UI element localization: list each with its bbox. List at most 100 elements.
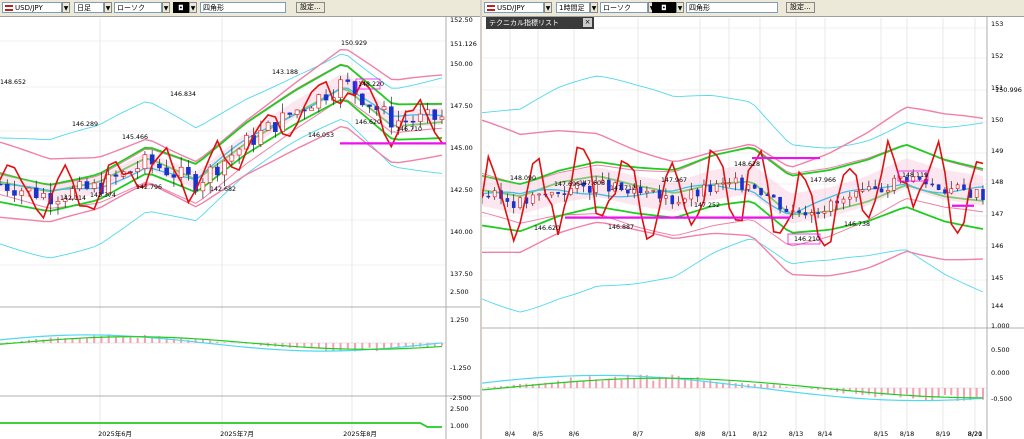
macd-histogram-bar [614,376,617,388]
timeframe-dropdown-icon[interactable]: ▼ [104,2,112,13]
macd-histogram-bar [912,388,915,399]
macd-histogram-bar [582,380,585,388]
candle [740,177,744,190]
candle [287,112,293,115]
candle [236,148,242,156]
candle [91,182,97,189]
candle [955,184,960,189]
axis-tick-label: 2.500 [450,405,469,413]
settings-button[interactable]: 設定... [296,2,325,13]
hourly-chart-canvas[interactable]: 148.090 146.620 147.696147.608 146.887 147.7… [482,16,1024,439]
candle [746,184,751,190]
axis-tick-label: 145 [991,274,1003,282]
timeframe-select[interactable]: 1時間足 [556,2,590,13]
candle [828,200,833,212]
axis-tick-label: 146 [991,242,1003,250]
pair-dropdown-icon[interactable]: ▼ [544,2,552,13]
price-annotation: 147.712 [610,185,636,192]
pair-select[interactable]: USD/JPY [2,2,62,13]
candle [809,212,814,216]
candle [549,191,554,196]
candle [841,198,846,204]
color-swatch-icon[interactable]: ◘ [173,2,189,13]
color-dropdown-icon[interactable]: ▼ [189,2,197,13]
candle [556,191,560,194]
date-tick-label: 8/14 [818,430,833,438]
candle [417,113,423,122]
candle [222,160,227,176]
candle [323,94,329,101]
color-dropdown-icon[interactable]: ▼ [676,2,684,13]
macd-histogram-bar [493,386,496,388]
axis-tick-label: 137.50 [450,270,473,278]
candle [638,186,643,194]
price-annotation: 142.796 [136,184,162,191]
candle [708,184,713,193]
candle [530,194,535,204]
macd-histogram-bar [633,378,636,388]
date-tick-label: 8/7 [633,430,643,438]
daily-chart-canvas[interactable]: 148.652 146.289 145.466 146.834 143.188 150.9… [0,16,480,439]
shape-select[interactable]: 四角形 [200,2,286,13]
bollinger-band-line [482,106,984,168]
timeframe-select[interactable]: 日足 [74,2,104,13]
candle [12,190,17,196]
candle [727,182,732,185]
macd-histogram-bar [310,343,313,348]
macd-histogram-bar [136,337,139,343]
candle [867,186,871,191]
timeframe-dropdown-icon[interactable]: ▼ [590,2,598,13]
price-annotation: 146.738 [844,221,870,228]
shape-select[interactable]: 四角形 [686,2,778,13]
candle [537,193,541,196]
macd-histogram-bar [303,343,306,347]
price-annotation: 146.053 [308,132,334,139]
price-annotation: 142.114 [60,195,86,202]
macd-histogram-bar [626,374,629,388]
close-icon[interactable]: × [583,18,592,27]
candle [135,168,140,172]
technical-indicator-list[interactable]: テクニカル指標リスト × [486,17,594,29]
date-tick-label: 8/13 [789,430,804,438]
axis-tick-label: 1.000 [450,422,469,430]
candle [258,130,264,145]
date-tick-label: 8/4 [505,430,515,438]
price-annotation: 147.608 [579,180,605,187]
pair-dropdown-icon[interactable]: ▼ [62,2,70,13]
bollinger-band-line [482,198,984,247]
axis-tick-label: 144 [991,302,1003,310]
candle [676,201,681,205]
price-annotation: 146.620 [355,119,381,126]
candle [822,211,827,214]
macd-histogram-bar [969,388,972,401]
candle [784,208,789,213]
candle [860,189,865,192]
axis-tick-label: 152.50 [450,16,473,24]
candle [492,190,497,198]
macd-histogram-bar [924,388,927,401]
axis-tick-label: 147.50 [450,102,473,110]
macd-histogram-bar [143,334,146,343]
us-flag-icon [5,5,13,11]
pair-select[interactable]: USD/JPY [484,2,544,13]
chart-type-select[interactable]: ローソク [114,2,162,13]
candle [338,79,343,98]
price-annotation: 147.967 [661,177,687,184]
macd-histogram-bar [223,342,226,343]
macd-histogram-bar [71,338,74,343]
candle [930,183,935,186]
candle [33,187,39,199]
price-annotation: 150.929 [341,40,367,47]
price-annotation: 146.210 [794,236,820,243]
candle [229,154,235,162]
price-annotation: 147.252 [694,202,720,209]
chart-type-dropdown-icon[interactable]: ▼ [162,2,170,13]
color-swatch-icon[interactable]: ◘ [652,2,676,13]
axis-tick-label: 149 [991,147,1003,155]
chart-type-select[interactable]: ローソク [600,2,648,13]
price-annotation: 146.834 [170,91,196,98]
candle [4,183,10,191]
axis-tick-label: 152 [991,52,1003,60]
settings-button[interactable]: 設定... [786,2,815,13]
candle [207,166,213,183]
